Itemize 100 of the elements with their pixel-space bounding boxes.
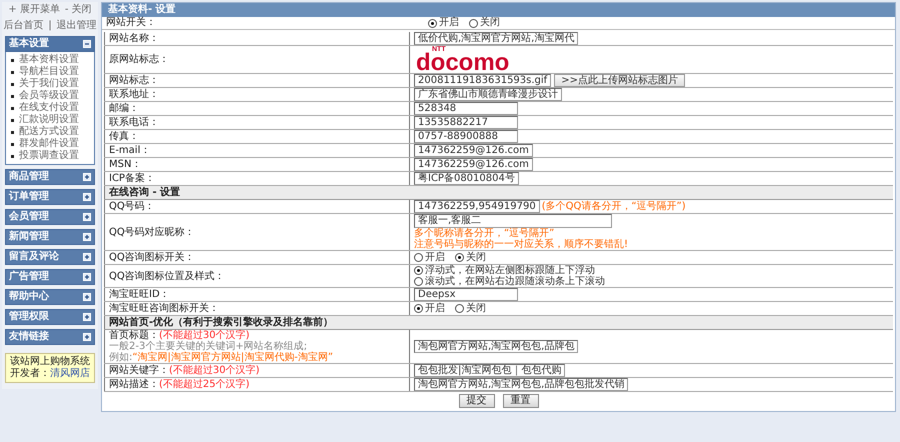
- radio-label[interactable]: 滚动式，在网站右边跟随滚动条上下滚动: [425, 276, 605, 287]
- field-label: 网站描述：: [109, 379, 159, 390]
- radio-label[interactable]: 关闭: [466, 252, 486, 263]
- submenu-link[interactable]: 汇款说明设置: [19, 114, 79, 126]
- input-field[interactable]: 20081119183631593s.gif: [414, 74, 552, 87]
- radio-label[interactable]: 开启: [439, 17, 459, 29]
- radio-button[interactable]: [414, 304, 423, 313]
- input-field[interactable]: 528348: [414, 102, 518, 115]
- upload-button[interactable]: >>点此上传网站标志图片: [554, 74, 685, 87]
- radio-button[interactable]: [469, 18, 478, 28]
- input-field[interactable]: 0757-88900888: [414, 130, 518, 143]
- limit-note: (不能超过25个汉字): [159, 379, 250, 390]
- panel-title: 基本资料- 设置: [102, 3, 895, 17]
- logo-wordmark: docomo: [416, 53, 510, 73]
- input-field[interactable]: 广东省佛山市顺德青峰漫步设计: [414, 88, 562, 101]
- input-field[interactable]: 147362259@126.com: [414, 144, 533, 157]
- radio-label[interactable]: 浮动式，在网站左侧图标跟随上下浮动: [425, 265, 595, 276]
- admin-link[interactable]: 退出管理: [56, 20, 97, 32]
- help-text: 一般2-3个主要关键的关键词+网站名称组成;: [109, 341, 308, 352]
- bullet-icon: [11, 70, 14, 74]
- submenu-link[interactable]: 投票调查设置: [19, 150, 79, 162]
- menu-section-header[interactable]: 广告管理: [5, 269, 95, 285]
- form-button[interactable]: 重置: [502, 394, 538, 408]
- text-area[interactable]: 客服一,客服二: [414, 214, 612, 228]
- menu-section-header[interactable]: 会员管理: [5, 209, 95, 225]
- field-label: 联系地址：: [109, 89, 159, 100]
- radio-label[interactable]: 开启: [425, 303, 445, 314]
- hint-text: 多个昵称请各分开，“逗号隔开”: [414, 228, 556, 239]
- menu-section-header[interactable]: 基本设置: [5, 36, 95, 52]
- form-button[interactable]: 提交: [458, 394, 494, 408]
- submenu-link[interactable]: 在线支付设置: [19, 102, 79, 114]
- plus-icon[interactable]: [83, 253, 91, 261]
- input-field[interactable]: 13535882217: [414, 116, 518, 129]
- menu-section-header[interactable]: 商品管理: [5, 169, 95, 185]
- bullet-icon: [11, 94, 14, 98]
- limit-note: (不能超过30个汉字): [159, 330, 250, 341]
- menu-section-header[interactable]: 新闻管理: [5, 229, 95, 245]
- menu-section-header[interactable]: 管理权限: [5, 309, 95, 325]
- menu-section-header[interactable]: 友情链接: [5, 329, 95, 345]
- menu-toggle-link[interactable]: - 关闭: [64, 4, 92, 16]
- menu-section-header[interactable]: 留言及评论: [5, 249, 95, 265]
- input-field[interactable]: 淘包网官方网站,淘宝网包包,品牌包: [414, 340, 578, 353]
- field-label: 联系电话：: [109, 117, 159, 128]
- section-heading: 在线咨询 - 设置: [104, 186, 893, 200]
- radio-button[interactable]: [455, 253, 464, 262]
- minus-icon[interactable]: [83, 40, 91, 48]
- field-label: 淘宝旺旺咨询图标开关：: [109, 303, 219, 314]
- submenu-link[interactable]: 配送方式设置: [19, 126, 79, 138]
- field-label: E-mail：: [109, 145, 150, 156]
- input-field[interactable]: 淘包网官方网站,淘宝网包包,品牌包包批发代销: [414, 378, 628, 391]
- input-field[interactable]: Deepsx: [414, 288, 518, 301]
- radio-button[interactable]: [414, 277, 423, 286]
- radio-label[interactable]: 开启: [425, 252, 445, 263]
- field-label: QQ咨询图标开关：: [109, 252, 195, 263]
- field-label: 传真：: [109, 131, 139, 142]
- plus-icon[interactable]: [83, 193, 91, 201]
- input-field[interactable]: 包包批发|淘宝网包包｜包包代购: [414, 364, 566, 377]
- input-field[interactable]: 147362259@126.com: [414, 158, 533, 171]
- hint-text: 注意号码与昵称的一一对应关系，顺序不要错乱!: [414, 239, 630, 250]
- plus-icon[interactable]: [83, 293, 91, 301]
- field-label: 网站关键字：: [109, 365, 169, 376]
- field-label: 原网站标志：: [109, 54, 169, 65]
- submenu-link[interactable]: 关于我们设置: [19, 78, 79, 90]
- radio-button[interactable]: [428, 18, 437, 28]
- bullet-icon: [11, 142, 14, 146]
- plus-icon[interactable]: [83, 173, 91, 181]
- radio-label[interactable]: 关闭: [466, 303, 486, 314]
- field-label: 网站名称：: [109, 33, 159, 44]
- field-label: QQ咨询图标位置及样式：: [109, 270, 225, 282]
- menu-section-header[interactable]: 订单管理: [5, 189, 95, 205]
- input-field[interactable]: 粤ICP备08010804号: [414, 172, 519, 185]
- input-field[interactable]: 147362259,954919790: [414, 200, 540, 213]
- field-label: ICP备案：: [109, 173, 155, 184]
- plus-icon[interactable]: [83, 273, 91, 281]
- field-label: QQ号码：: [109, 201, 155, 212]
- field-label: QQ号码对应昵称：: [109, 226, 195, 238]
- submenu-link[interactable]: 导航栏目设置: [19, 66, 79, 78]
- input-field[interactable]: 低价代购,淘宝网官方网站,淘宝网代: [414, 32, 578, 45]
- radio-button[interactable]: [414, 253, 423, 262]
- radio-button[interactable]: [414, 266, 423, 275]
- field-label: 网站标志：: [109, 75, 159, 86]
- bullet-icon: [11, 154, 14, 158]
- submenu-link[interactable]: 基本资料设置: [19, 54, 79, 66]
- menu-section-header[interactable]: 帮助中心: [5, 289, 95, 305]
- field-label: 网站开关：: [106, 17, 156, 28]
- plus-icon[interactable]: [83, 233, 91, 241]
- menu-toggle-link[interactable]: + 展开菜单: [8, 4, 60, 16]
- admin-link[interactable]: 后台首页: [3, 20, 44, 32]
- radio-button[interactable]: [455, 304, 464, 313]
- plus-icon[interactable]: [83, 333, 91, 341]
- field-label: 邮编：: [109, 103, 139, 114]
- limit-note: (不能超过30个汉字): [169, 365, 260, 376]
- plus-icon[interactable]: [83, 313, 91, 321]
- radio-label[interactable]: 关闭: [480, 17, 500, 29]
- notice-link[interactable]: 清风网店: [50, 368, 90, 379]
- submenu-link[interactable]: 会员等级设置: [19, 90, 79, 102]
- plus-icon[interactable]: [83, 213, 91, 221]
- submenu-link[interactable]: 群发邮件设置: [19, 138, 79, 150]
- field-label: 首页标题：: [109, 330, 159, 341]
- field-label: MSN：: [109, 159, 142, 170]
